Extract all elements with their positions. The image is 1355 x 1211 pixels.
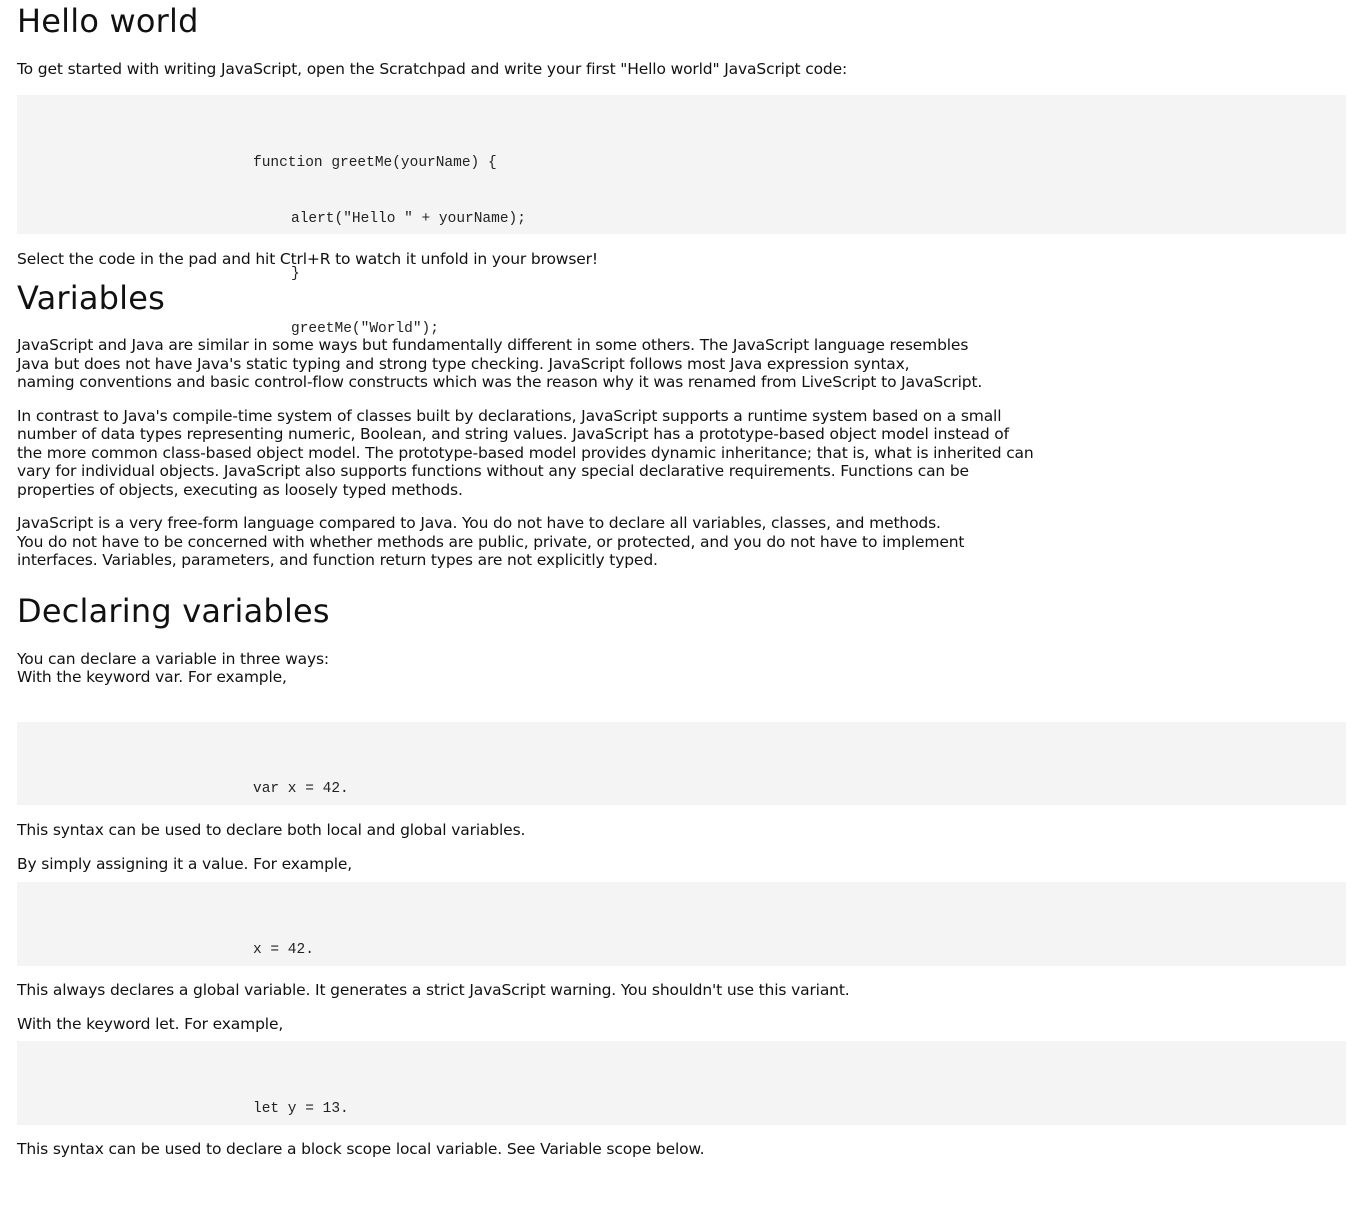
- code-line: function greetMe(yourName) {: [253, 155, 497, 172]
- code-block-assign[interactable]: x = 42.: [17, 881, 1346, 966]
- code-line: alert("Hello " + yourName);: [291, 210, 526, 227]
- document: Hello world To get started with writing …: [0, 0, 1355, 1158]
- code-block-let[interactable]: let y = 13.: [17, 1040, 1346, 1125]
- after-assign: This always declares a global variable. …: [17, 980, 850, 999]
- code-line: var x = 42.: [253, 781, 349, 798]
- after-var: This syntax can be used to declare both …: [17, 820, 526, 839]
- hello-intro: To get started with writing JavaScript, …: [17, 60, 848, 78]
- variables-paragraph-1: JavaScript and Java are similar in some …: [17, 336, 983, 391]
- after-let: This syntax can be used to declare a blo…: [17, 1139, 705, 1158]
- code-line: let y = 13.: [253, 1101, 349, 1118]
- heading-declaring-variables: Declaring variables: [17, 591, 330, 630]
- variables-paragraph-2: In contrast to Java's compile-time syste…: [17, 406, 1034, 499]
- code-block-greet[interactable]: function greetMe(yourName) { alert("Hell…: [17, 94, 1346, 337]
- hello-after: Select the code in the pad and hit Ctrl+…: [17, 249, 598, 268]
- heading-hello-world: Hello world: [17, 2, 199, 40]
- assign-intro: By simply assigning it a value. For exam…: [17, 855, 353, 873]
- code-block-var[interactable]: var x = 42.: [17, 721, 1346, 805]
- heading-variables: Variables: [17, 279, 166, 317]
- declaring-intro: You can declare a variable in three ways…: [17, 649, 329, 687]
- let-intro: With the keyword let. For example,: [17, 1015, 284, 1033]
- variables-paragraph-3: JavaScript is a very free-form language …: [17, 514, 965, 569]
- code-line: x = 42.: [253, 942, 314, 959]
